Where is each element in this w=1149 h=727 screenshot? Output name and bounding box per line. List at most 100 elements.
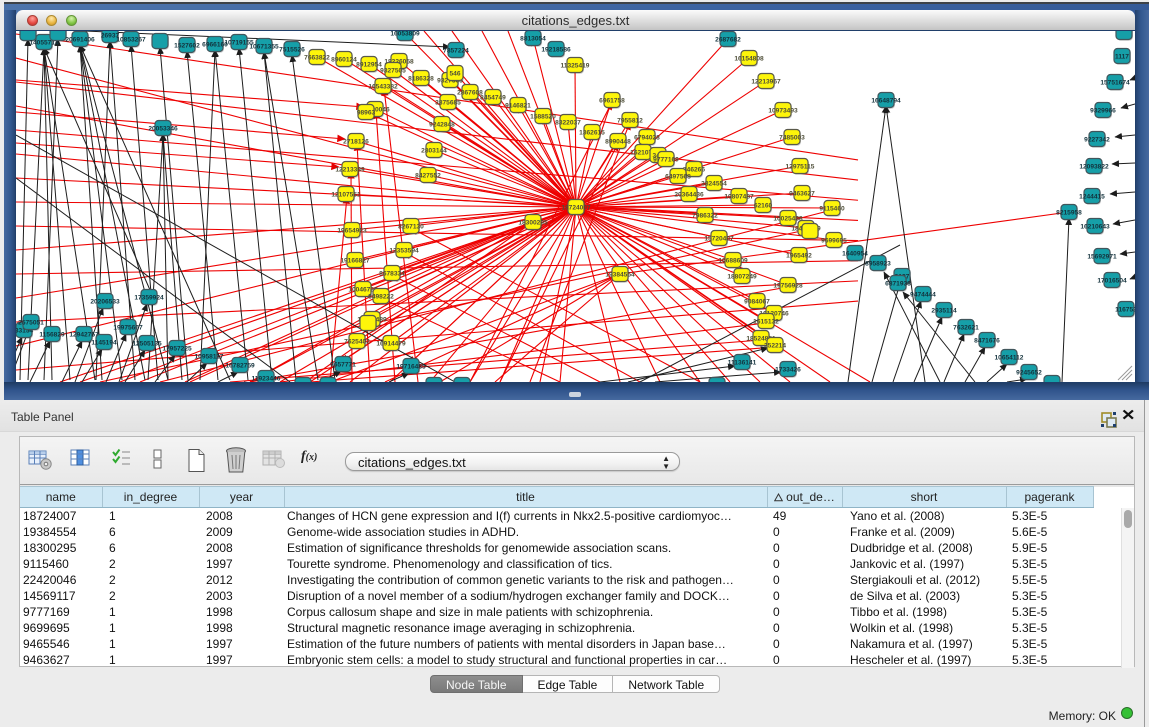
svg-text:16648794: 16648794 — [871, 97, 901, 104]
svg-text:1965492: 1965492 — [786, 252, 812, 259]
svg-text:7986322: 7986322 — [692, 212, 718, 219]
svg-text:8186328: 8186328 — [408, 75, 434, 82]
svg-text:16914479: 16914479 — [376, 340, 406, 347]
svg-text:7663822: 7663822 — [304, 54, 330, 61]
svg-text:9227342: 9227342 — [1084, 136, 1110, 143]
svg-text:20691406: 20691406 — [65, 36, 95, 43]
svg-text:9474444: 9474444 — [910, 291, 936, 298]
svg-text:8471676: 8471676 — [974, 337, 1000, 344]
svg-text:9245652: 9245652 — [1016, 369, 1042, 376]
svg-text:8215958: 8215958 — [1056, 209, 1082, 216]
svg-text:8813054: 8813054 — [520, 35, 546, 42]
svg-text:16210643: 16210643 — [1080, 223, 1110, 230]
svg-text:10853267: 10853267 — [116, 36, 146, 43]
svg-text:19756928: 19756928 — [773, 282, 803, 289]
svg-text:7515526: 7515526 — [279, 46, 305, 53]
svg-text:8498222: 8498222 — [368, 293, 394, 300]
svg-text:9463627: 9463627 — [789, 190, 815, 197]
svg-text:8912954: 8912954 — [356, 61, 382, 68]
svg-text:1527602: 1527602 — [174, 42, 200, 49]
svg-text:2575051: 2575051 — [18, 319, 44, 326]
svg-text:8454749: 8454749 — [480, 94, 506, 101]
svg-text:1362615: 1362615 — [579, 129, 605, 136]
svg-text:11923446: 11923446 — [252, 375, 281, 382]
svg-text:6497568: 6497568 — [665, 173, 691, 180]
svg-text:8958923: 8958923 — [865, 260, 891, 267]
svg-text:10654112: 10654112 — [995, 354, 1024, 361]
svg-text:9146821: 9146821 — [505, 102, 531, 109]
svg-text:1145194: 1145194 — [91, 339, 117, 346]
svg-text:6871938: 6871938 — [885, 280, 911, 287]
svg-text:19166827: 19166827 — [340, 257, 370, 264]
svg-text:15720407: 15720407 — [704, 235, 734, 242]
svg-text:10958117: 10958117 — [195, 353, 224, 360]
svg-text:16543382: 16543382 — [368, 83, 398, 90]
svg-text:2687682: 2687682 — [715, 36, 741, 43]
svg-text:10671355: 10671355 — [249, 43, 279, 50]
svg-text:18724007: 18724007 — [561, 204, 591, 211]
svg-text:15751674: 15751674 — [1100, 79, 1130, 86]
svg-text:19654923: 19654923 — [337, 227, 367, 234]
svg-text:9699695: 9699695 — [821, 237, 847, 244]
svg-text:11136141: 11136141 — [728, 359, 757, 366]
svg-text:8267130: 8267130 — [398, 223, 424, 230]
svg-text:9777169: 9777169 — [653, 156, 679, 163]
svg-text:19716485: 19716485 — [396, 363, 426, 370]
svg-text:8960124: 8960124 — [331, 56, 357, 63]
svg-text:17359924: 17359924 — [134, 294, 164, 301]
svg-text:16782759: 16782759 — [225, 362, 255, 369]
svg-text:1117: 1117 — [1115, 53, 1129, 60]
svg-text:9329966: 9329966 — [1090, 107, 1116, 114]
svg-text:252214: 252214 — [764, 342, 786, 349]
svg-text:7632621: 7632621 — [953, 324, 979, 331]
svg-text:98963: 98963 — [357, 109, 376, 116]
svg-text:19975667: 19975667 — [113, 324, 143, 331]
svg-text:19384554: 19384554 — [605, 271, 635, 278]
svg-text:20206533: 20206533 — [90, 298, 120, 305]
svg-text:12975115: 12975115 — [786, 163, 815, 170]
svg-text:15692971: 15692971 — [1087, 253, 1117, 260]
svg-text:19218586: 19218586 — [541, 46, 571, 53]
svg-text:7625402: 7625402 — [344, 338, 370, 345]
svg-text:62160: 62160 — [754, 202, 773, 209]
svg-text:10688609: 10688609 — [718, 257, 748, 264]
svg-text:3824554: 3824554 — [701, 180, 727, 187]
svg-text:18300295: 18300295 — [518, 219, 548, 226]
svg-text:8427552: 8427552 — [415, 172, 441, 179]
svg-text:17016504: 17016504 — [1097, 277, 1127, 284]
svg-text:116753: 116753 — [1115, 306, 1135, 313]
svg-text:2803144: 2803144 — [421, 147, 447, 154]
svg-text:9084067: 9084067 — [744, 298, 770, 305]
svg-text:18807249: 18807249 — [727, 273, 757, 280]
svg-text:12942757: 12942757 — [69, 331, 99, 338]
svg-text:10807487: 10807487 — [724, 193, 754, 200]
svg-text:12505135: 12505135 — [132, 340, 162, 347]
svg-text:1733426: 1733426 — [775, 366, 801, 373]
svg-text:16053809: 16053809 — [390, 31, 420, 37]
svg-text:10973493: 10973493 — [768, 107, 798, 114]
svg-text:2718126: 2718126 — [343, 138, 369, 145]
svg-text:1244415: 1244415 — [1079, 193, 1105, 200]
svg-text:12213389: 12213389 — [335, 166, 365, 173]
svg-text:9242848: 9242848 — [429, 121, 455, 128]
svg-text:17957225: 17957225 — [162, 345, 192, 352]
svg-text:1615132: 1615132 — [753, 318, 779, 325]
svg-text:8990448: 8990448 — [605, 138, 631, 145]
svg-text:9657771: 9657771 — [330, 361, 356, 368]
svg-text:20053346: 20053346 — [148, 125, 178, 132]
svg-text:9115460: 9115460 — [819, 205, 845, 212]
svg-text:11325419: 11325419 — [561, 62, 590, 69]
svg-text:6794028: 6794028 — [634, 134, 660, 141]
svg-text:20364436: 20364436 — [674, 191, 704, 198]
svg-text:2935114: 2935114 — [931, 307, 957, 314]
svg-text:7955812: 7955812 — [617, 117, 643, 124]
svg-text:1588520: 1588520 — [530, 113, 556, 120]
svg-text:16154808: 16154808 — [734, 55, 764, 62]
svg-text:12107551: 12107551 — [331, 191, 361, 198]
svg-text:546: 546 — [449, 70, 460, 77]
svg-text:7857224: 7857224 — [443, 47, 469, 54]
svg-text:12213967: 12213967 — [751, 78, 781, 85]
svg-text:3875685: 3875685 — [435, 99, 461, 106]
svg-text:8322037: 8322037 — [555, 119, 581, 126]
svg-text:1156829: 1156829 — [39, 331, 65, 338]
